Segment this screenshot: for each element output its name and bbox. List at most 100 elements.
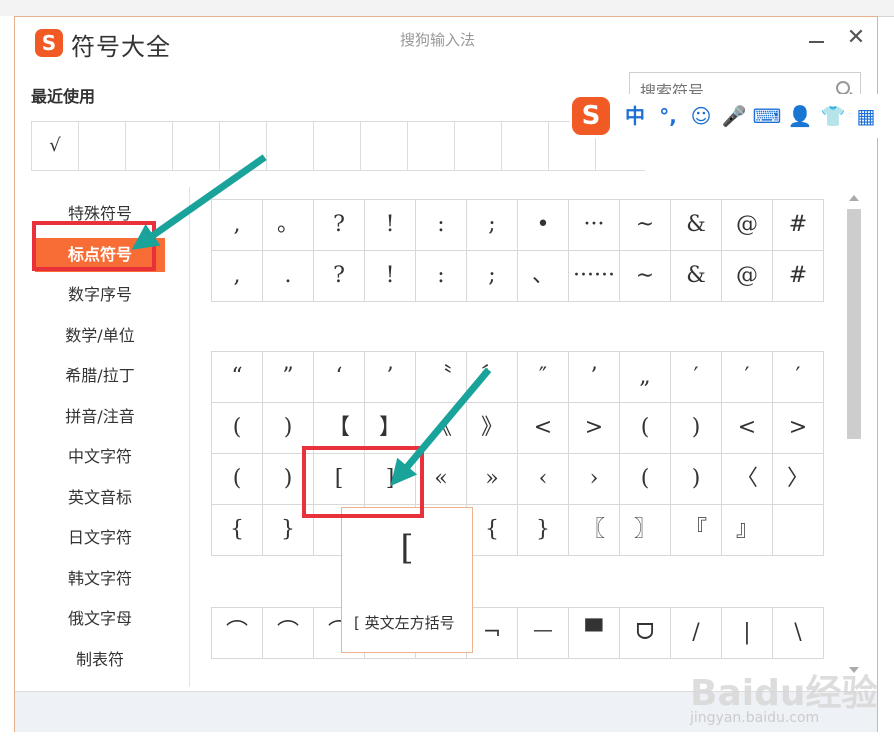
sidebar-item-chinese-chars[interactable]: 中文字符 — [35, 440, 165, 474]
symbol-cell[interactable]: ’ — [365, 352, 416, 403]
symbol-cell[interactable]: 。 — [263, 200, 314, 251]
symbol-cell[interactable]: 〈 — [722, 454, 773, 505]
symbol-cell[interactable]: 』 — [722, 505, 773, 556]
symbol-cell[interactable]: > — [569, 403, 620, 454]
symbol-cell[interactable]: . — [263, 251, 314, 302]
symbol-cell[interactable]: 〖 — [569, 505, 620, 556]
symbol-cell[interactable]: “ — [212, 352, 263, 403]
recent-symbol-cell[interactable]: √ — [31, 122, 78, 170]
symbol-cell[interactable]: ( — [212, 454, 263, 505]
symbol-cell[interactable]: { — [212, 505, 263, 556]
symbol-cell[interactable]: ? — [314, 251, 365, 302]
symbol-cell[interactable]: ··· — [569, 200, 620, 251]
recent-symbol-cell[interactable] — [172, 122, 219, 170]
sidebar-item-math-units[interactable]: 数学/单位 — [35, 319, 165, 353]
symbol-cell[interactable]: ‘ — [314, 352, 365, 403]
symbol-cell[interactable]: ( — [212, 403, 263, 454]
symbol-cell[interactable]: ᗜ — [620, 608, 671, 659]
symbol-cell[interactable]: ′ — [773, 352, 824, 403]
recent-symbol-cell[interactable] — [125, 122, 172, 170]
symbol-cell[interactable]: ~ — [620, 200, 671, 251]
symbol-cell[interactable]: ; — [467, 251, 518, 302]
symbol-cell[interactable]: ᅳ — [518, 608, 569, 659]
symbol-cell[interactable]: ) — [671, 454, 722, 505]
symbol-cell[interactable]: ? — [314, 200, 365, 251]
symbol-cell[interactable] — [773, 505, 824, 556]
symbol-cell[interactable]: ’ — [569, 352, 620, 403]
ime-voice-icon[interactable]: 🎤 — [719, 102, 749, 130]
sidebar-item-korean-chars[interactable]: 韩文字符 — [35, 562, 165, 596]
close-icon[interactable]: ✕ — [843, 25, 869, 51]
sidebar-item-pinyin-zhuyin[interactable]: 拼音/注音 — [35, 400, 165, 434]
symbol-cell[interactable]: » — [467, 454, 518, 505]
symbol-cell[interactable]: ” — [263, 352, 314, 403]
symbol-cell[interactable]: ( — [620, 403, 671, 454]
symbol-cell[interactable]: } — [518, 505, 569, 556]
symbol-cell[interactable]: ⌒ — [263, 608, 314, 659]
symbol-cell[interactable]: < — [722, 403, 773, 454]
recent-symbol-cell[interactable] — [78, 122, 125, 170]
recent-symbol-cell[interactable] — [266, 122, 313, 170]
symbol-cell[interactable]: ∼ — [620, 251, 671, 302]
symbol-cell[interactable]: › — [569, 454, 620, 505]
sidebar-item-english-phonetic[interactable]: 英文音标 — [35, 481, 165, 515]
symbol-cell[interactable]: # — [773, 200, 824, 251]
symbol-cell[interactable]: & — [671, 251, 722, 302]
symbol-cell[interactable]: ! — [365, 251, 416, 302]
symbol-cell[interactable]: ! — [365, 200, 416, 251]
symbol-cell[interactable]: : — [416, 251, 467, 302]
sidebar-item-russian-letters[interactable]: 俄文字母 — [35, 602, 165, 636]
sidebar-item-japanese-chars[interactable]: 日文字符 — [35, 521, 165, 555]
symbol-cell[interactable]: , — [212, 200, 263, 251]
sidebar-item-table-symbols[interactable]: 制表符 — [35, 643, 165, 677]
symbol-cell[interactable]: 『 — [671, 505, 722, 556]
ime-emoji-icon[interactable]: ☺ — [686, 102, 716, 130]
recent-symbol-cell[interactable] — [501, 122, 548, 170]
symbol-cell[interactable]: ( — [620, 454, 671, 505]
sidebar-item-numbers[interactable]: 数字序号 — [35, 278, 165, 312]
symbol-cell[interactable]: # — [773, 251, 824, 302]
symbol-cell[interactable]: > — [773, 403, 824, 454]
recent-symbol-cell[interactable] — [407, 122, 454, 170]
minimize-icon[interactable] — [805, 27, 829, 51]
symbol-cell[interactable]: ″ — [518, 352, 569, 403]
scrollbar[interactable] — [847, 195, 861, 677]
symbol-cell[interactable]: 〗 — [620, 505, 671, 556]
symbol-cell[interactable]: 、 — [518, 251, 569, 302]
symbol-cell[interactable]: @ — [722, 251, 773, 302]
symbol-cell[interactable]: ′ — [671, 352, 722, 403]
symbol-cell[interactable]: ; — [467, 200, 518, 251]
symbol-cell[interactable]: ‹ — [518, 454, 569, 505]
symbol-cell[interactable]: ¬ — [467, 608, 518, 659]
ime-skin-icon[interactable]: 👕 — [818, 102, 848, 130]
symbol-cell[interactable]: 〝 — [416, 352, 467, 403]
ime-keyboard-icon[interactable]: ⌨ — [752, 102, 782, 130]
ime-chinese-mode-icon[interactable]: 中 — [620, 102, 650, 130]
symbol-cell[interactable]: ······ — [569, 251, 620, 302]
symbol-cell[interactable]: : — [416, 200, 467, 251]
ime-punctuation-icon[interactable]: °, — [653, 102, 683, 130]
recent-symbol-cell[interactable] — [313, 122, 360, 170]
symbol-cell[interactable]: < — [518, 403, 569, 454]
symbol-cell[interactable]: & — [671, 200, 722, 251]
symbol-cell[interactable]: , — [212, 251, 263, 302]
scroll-up-icon[interactable] — [849, 195, 859, 201]
ime-user-icon[interactable]: 👤 — [785, 102, 815, 130]
symbol-cell[interactable]: „ — [620, 352, 671, 403]
symbol-cell[interactable]: | — [722, 608, 773, 659]
symbol-cell[interactable]: 〞 — [467, 352, 518, 403]
symbol-cell[interactable]: ⌒ — [212, 608, 263, 659]
symbol-cell[interactable]: \ — [773, 608, 824, 659]
ime-logo-icon[interactable]: S — [572, 97, 610, 135]
symbol-cell[interactable]: @ — [722, 200, 773, 251]
symbol-cell[interactable]: ▀ — [569, 608, 620, 659]
recent-symbol-cell[interactable] — [360, 122, 407, 170]
symbol-cell[interactable]: 》 — [467, 403, 518, 454]
search-icon[interactable] — [836, 81, 850, 95]
symbol-cell[interactable]: 〉 — [773, 454, 824, 505]
symbol-cell[interactable]: • — [518, 200, 569, 251]
recent-symbol-cell[interactable] — [454, 122, 501, 170]
sidebar-item-greek-latin[interactable]: 希腊/拉丁 — [35, 359, 165, 393]
scroll-thumb[interactable] — [847, 209, 861, 439]
symbol-cell[interactable]: / — [671, 608, 722, 659]
